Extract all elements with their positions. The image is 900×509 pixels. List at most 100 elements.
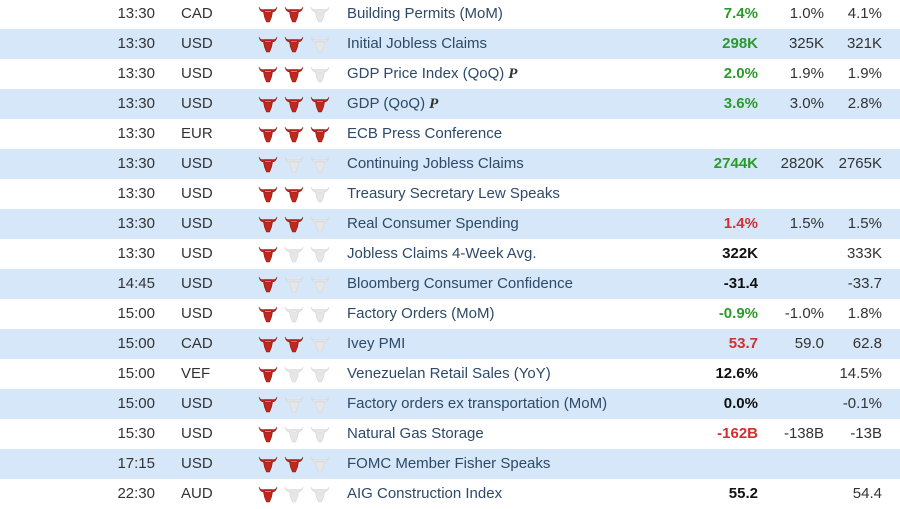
importance-rating bbox=[258, 124, 330, 144]
table-row[interactable]: 22:30 AUD AIG Construction Index 55.2 54… bbox=[0, 479, 900, 509]
bull-head-icon bbox=[258, 456, 278, 473]
event-label: Real Consumer Spending bbox=[347, 215, 519, 232]
event-name[interactable]: Factory Orders (MoM) bbox=[347, 299, 495, 329]
event-label: ECB Press Conference bbox=[347, 125, 503, 142]
actual-value: 55.2 bbox=[728, 485, 758, 502]
event-time: 13:30 bbox=[117, 185, 155, 202]
event-name[interactable]: AIG Construction Index bbox=[347, 479, 502, 509]
event-name[interactable]: Continuing Jobless Claims bbox=[347, 149, 524, 179]
event-name[interactable]: Ivey PMI bbox=[347, 329, 405, 359]
importance-rating bbox=[258, 244, 330, 264]
actual-value: 322K bbox=[722, 245, 758, 262]
event-name[interactable]: Bloomberg Consumer Confidence bbox=[347, 269, 573, 299]
previous-value: -13B bbox=[850, 425, 882, 442]
event-time: 13:30 bbox=[117, 65, 155, 82]
currency: USD bbox=[181, 185, 213, 202]
table-row[interactable]: 13:30 USD GDP (QoQ) P 3.6% 3.0% 2.8% bbox=[0, 89, 900, 119]
event-time: 15:30 bbox=[117, 425, 155, 442]
event-label: Factory Orders (MoM) bbox=[347, 305, 495, 322]
table-row[interactable]: 13:30 USD Continuing Jobless Claims 2744… bbox=[0, 149, 900, 179]
actual-value: -0.9% bbox=[718, 305, 758, 322]
event-name[interactable]: Natural Gas Storage bbox=[347, 419, 484, 449]
table-row[interactable]: 14:45 USD Bloomberg Consumer Confidence … bbox=[0, 269, 900, 299]
bull-head-icon bbox=[258, 306, 278, 323]
event-name[interactable]: FOMC Member Fisher Speaks bbox=[347, 449, 550, 479]
previous-value: -33.7 bbox=[847, 275, 882, 292]
preliminary-marker: P bbox=[429, 96, 439, 112]
currency: VEF bbox=[181, 365, 211, 382]
bull-head-icon bbox=[284, 486, 304, 503]
actual-value: 0.0% bbox=[723, 395, 758, 412]
actual-value: 1.4% bbox=[723, 215, 758, 232]
event-time: 13:30 bbox=[117, 35, 155, 52]
importance-rating bbox=[258, 364, 330, 384]
event-label: Initial Jobless Claims bbox=[347, 35, 488, 52]
importance-rating bbox=[258, 274, 330, 294]
event-label: Natural Gas Storage bbox=[347, 425, 484, 442]
event-time: 13:30 bbox=[117, 5, 155, 22]
currency: AUD bbox=[181, 485, 213, 502]
table-row[interactable]: 13:30 USD Real Consumer Spending 1.4% 1.… bbox=[0, 209, 900, 239]
bull-head-icon bbox=[284, 36, 304, 53]
event-name[interactable]: GDP Price Index (QoQ) P bbox=[347, 59, 517, 89]
actual-value: -31.4 bbox=[723, 275, 758, 292]
bull-head-icon bbox=[310, 186, 330, 203]
importance-rating bbox=[258, 4, 330, 24]
bull-head-icon bbox=[258, 186, 278, 203]
table-row[interactable]: 13:30 USD Treasury Secretary Lew Speaks bbox=[0, 179, 900, 209]
bull-head-icon bbox=[284, 246, 304, 263]
currency: USD bbox=[181, 455, 213, 472]
table-row[interactable]: 15:00 CAD Ivey PMI 53.7 59.0 62.8 bbox=[0, 329, 900, 359]
event-name[interactable]: Initial Jobless Claims bbox=[347, 29, 487, 59]
actual-value: 12.6% bbox=[715, 365, 758, 382]
event-time: 22:30 bbox=[117, 485, 155, 502]
currency: USD bbox=[181, 215, 213, 232]
table-row[interactable]: 15:00 USD Factory orders ex transportati… bbox=[0, 389, 900, 419]
currency: USD bbox=[181, 395, 213, 412]
table-row[interactable]: 13:30 CAD Building Permits (MoM) 7.4% 1.… bbox=[0, 0, 900, 29]
event-name[interactable]: GDP (QoQ) P bbox=[347, 89, 438, 119]
forecast-value: 1.0% bbox=[789, 5, 824, 22]
event-name[interactable]: Venezuelan Retail Sales (YoY) bbox=[347, 359, 551, 389]
currency: USD bbox=[181, 65, 213, 82]
event-name[interactable]: Treasury Secretary Lew Speaks bbox=[347, 179, 560, 209]
previous-value: 1.5% bbox=[847, 215, 882, 232]
importance-rating bbox=[258, 154, 330, 174]
importance-rating bbox=[258, 394, 330, 414]
table-row[interactable]: 15:30 USD Natural Gas Storage -162B -138… bbox=[0, 419, 900, 449]
event-label: Bloomberg Consumer Confidence bbox=[347, 275, 573, 292]
table-row[interactable]: 13:30 USD GDP Price Index (QoQ) P 2.0% 1.… bbox=[0, 59, 900, 89]
bull-head-icon bbox=[258, 6, 278, 23]
event-label: GDP (QoQ) bbox=[347, 95, 426, 112]
bull-head-icon bbox=[258, 276, 278, 293]
bull-head-icon bbox=[310, 336, 330, 353]
event-name[interactable]: Factory orders ex transportation (MoM) bbox=[347, 389, 607, 419]
previous-value: 2.8% bbox=[847, 95, 882, 112]
bull-head-icon bbox=[310, 306, 330, 323]
previous-value: 54.4 bbox=[852, 485, 882, 502]
event-name[interactable]: ECB Press Conference bbox=[347, 119, 502, 149]
bull-head-icon bbox=[310, 276, 330, 293]
table-row[interactable]: 15:00 VEF Venezuelan Retail Sales (YoY) … bbox=[0, 359, 900, 389]
forecast-value: 2820K bbox=[780, 155, 824, 172]
table-row[interactable]: 17:15 USD FOMC Member Fisher Speaks bbox=[0, 449, 900, 479]
bull-head-icon bbox=[258, 336, 278, 353]
event-name[interactable]: Building Permits (MoM) bbox=[347, 0, 503, 29]
event-label: AIG Construction Index bbox=[347, 485, 503, 502]
previous-value: 1.8% bbox=[847, 305, 882, 322]
table-row[interactable]: 13:30 EUR ECB Press Conference bbox=[0, 119, 900, 149]
table-row[interactable]: 13:30 USD Jobless Claims 4-Week Avg. 322… bbox=[0, 239, 900, 269]
event-time: 13:30 bbox=[117, 155, 155, 172]
bull-head-icon bbox=[284, 156, 304, 173]
event-name[interactable]: Jobless Claims 4-Week Avg. bbox=[347, 239, 537, 269]
event-time: 15:00 bbox=[117, 395, 155, 412]
bull-head-icon bbox=[284, 216, 304, 233]
table-row[interactable]: 15:00 USD Factory Orders (MoM) -0.9% -1.… bbox=[0, 299, 900, 329]
importance-rating bbox=[258, 214, 330, 234]
bull-head-icon bbox=[310, 456, 330, 473]
previous-value: 333K bbox=[846, 245, 882, 262]
bull-head-icon bbox=[310, 156, 330, 173]
event-name[interactable]: Real Consumer Spending bbox=[347, 209, 519, 239]
table-row[interactable]: 13:30 USD Initial Jobless Claims 298K 32… bbox=[0, 29, 900, 59]
bull-head-icon bbox=[284, 186, 304, 203]
